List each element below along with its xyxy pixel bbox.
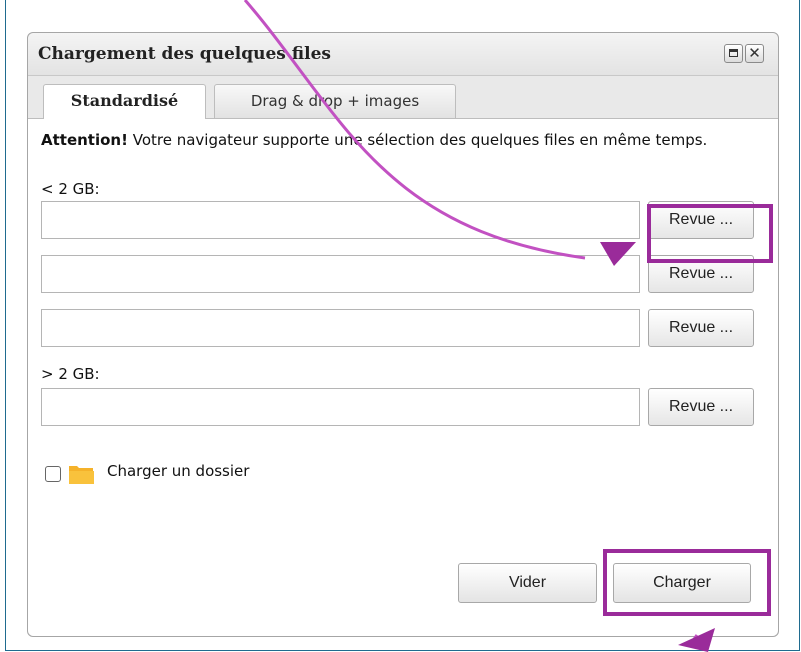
large-files-label: > 2 GB: bbox=[41, 365, 100, 383]
notice-text: Votre navigateur supporte une sélection … bbox=[127, 131, 708, 149]
browser-notice: Attention! Votre navigateur supporte une… bbox=[41, 131, 741, 149]
file-input-large[interactable] bbox=[41, 388, 640, 426]
maximize-icon[interactable] bbox=[724, 44, 743, 63]
file-input-2[interactable] bbox=[41, 255, 640, 293]
close-icon[interactable]: ✕ bbox=[745, 44, 764, 63]
folder-label: Charger un dossier bbox=[107, 462, 250, 480]
file-input-1[interactable] bbox=[41, 201, 640, 239]
tab-standardise[interactable]: Standardisé bbox=[43, 84, 206, 119]
tab-bar: Standardisé Drag & drop + images bbox=[28, 76, 778, 119]
notice-bold: Attention! bbox=[41, 131, 128, 149]
browse-button-large[interactable]: Revue ... bbox=[648, 388, 754, 426]
highlight-upload bbox=[603, 549, 771, 616]
small-files-label: < 2 GB: bbox=[41, 180, 100, 198]
folder-icon bbox=[69, 466, 94, 484]
dialog-title: Chargement des quelques files bbox=[38, 44, 331, 64]
upload-dialog: Chargement des quelques files ✕ Standard… bbox=[27, 32, 779, 637]
file-input-3[interactable] bbox=[41, 309, 640, 347]
browse-button-3[interactable]: Revue ... bbox=[648, 309, 754, 347]
dialog-titlebar: Chargement des quelques files ✕ bbox=[28, 33, 778, 76]
folder-checkbox[interactable] bbox=[45, 466, 61, 482]
highlight-browse bbox=[647, 204, 773, 263]
clear-button[interactable]: Vider bbox=[458, 563, 597, 603]
tab-drag-drop[interactable]: Drag & drop + images bbox=[214, 84, 456, 118]
